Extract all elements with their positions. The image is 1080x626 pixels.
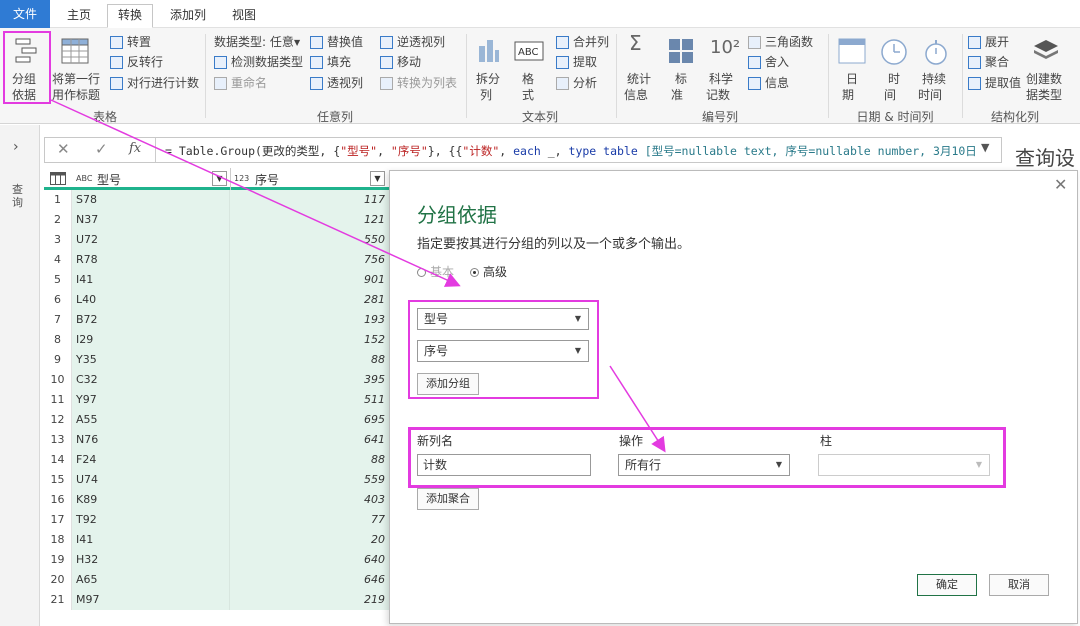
arrow-to-dialog [50,99,461,287]
arrow-to-operation [609,365,666,453]
annotation-arrows [50,99,666,453]
